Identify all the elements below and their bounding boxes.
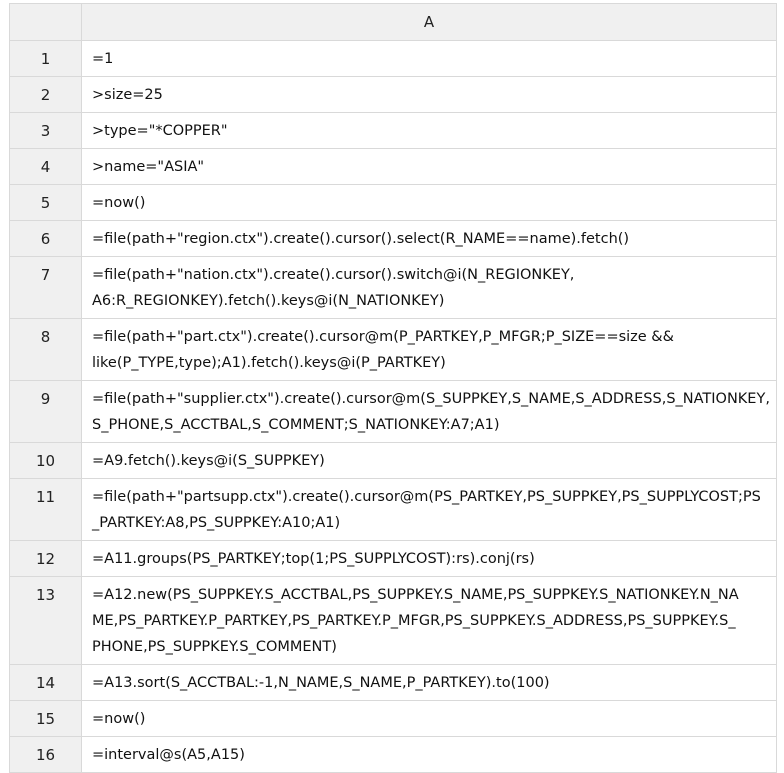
row-header[interactable]: 2 <box>9 76 82 113</box>
table-row: 5 =now() <box>9 184 777 221</box>
row-header[interactable]: 4 <box>9 148 82 185</box>
column-header-a[interactable]: A <box>81 3 777 41</box>
row-header[interactable]: 3 <box>9 112 82 149</box>
cell-a15[interactable]: =now() <box>81 700 777 737</box>
cell-a2[interactable]: >size=25 <box>81 76 777 113</box>
table-row: 6 =file(path+"region.ctx").create().curso… <box>9 220 777 257</box>
cell-a12[interactable]: =A11.groups(PS_PARTKEY;top(1;PS_SUPPLYCO… <box>81 540 777 577</box>
row-header[interactable]: 1 <box>9 40 82 77</box>
cell-a1[interactable]: =1 <box>81 40 777 77</box>
spreadsheet-grid: A 1 =1 2 >size=25 3 >type="*COPPER" 4 >name="AS… <box>9 3 777 773</box>
row-header[interactable]: 15 <box>9 700 82 737</box>
table-row: 15 =now() <box>9 700 777 737</box>
table-row: 2 >size=25 <box>9 76 777 113</box>
cell-a7[interactable]: =file(path+"nation.ctx").create().cursor… <box>81 256 777 319</box>
row-header[interactable]: 13 <box>9 576 82 665</box>
table-row: 4 >name="ASIA" <box>9 148 777 185</box>
table-row: 12 =A11.groups(PS_PARTKEY;top(1;PS_SUPPLY… <box>9 540 777 577</box>
corner-cell[interactable] <box>9 3 82 41</box>
table-row: 11 =file(path+"partsupp.ctx").create().cu… <box>9 478 777 541</box>
row-header[interactable]: 10 <box>9 442 82 479</box>
table-row: 16 =interval@s(A5,A15) <box>9 736 777 773</box>
table-row: 8 =file(path+"part.ctx").create().cursor@… <box>9 318 777 381</box>
cell-a4[interactable]: >name="ASIA" <box>81 148 777 185</box>
table-row: 3 >type="*COPPER" <box>9 112 777 149</box>
table-row: 13 =A12.new(PS_SUPPKEY.S_ACCTBAL,PS_SUPPK… <box>9 576 777 665</box>
row-header[interactable]: 8 <box>9 318 82 381</box>
cell-a10[interactable]: =A9.fetch().keys@i(S_SUPPKEY) <box>81 442 777 479</box>
table-row: 10 =A9.fetch().keys@i(S_SUPPKEY) <box>9 442 777 479</box>
cell-a14[interactable]: =A13.sort(S_ACCTBAL:-1,N_NAME,S_NAME,P_P… <box>81 664 777 701</box>
row-header[interactable]: 16 <box>9 736 82 773</box>
cell-a3[interactable]: >type="*COPPER" <box>81 112 777 149</box>
row-header[interactable]: 9 <box>9 380 82 443</box>
cell-a8[interactable]: =file(path+"part.ctx").create().cursor@m… <box>81 318 777 381</box>
row-header[interactable]: 12 <box>9 540 82 577</box>
row-header[interactable]: 11 <box>9 478 82 541</box>
cell-a5[interactable]: =now() <box>81 184 777 221</box>
table-row: 9 =file(path+"supplier.ctx").create().cur… <box>9 380 777 443</box>
table-row: 1 =1 <box>9 40 777 77</box>
cell-a13[interactable]: =A12.new(PS_SUPPKEY.S_ACCTBAL,PS_SUPPKEY… <box>81 576 777 665</box>
row-header[interactable]: 5 <box>9 184 82 221</box>
cell-a9[interactable]: =file(path+"supplier.ctx").create().curs… <box>81 380 777 443</box>
cell-a11[interactable]: =file(path+"partsupp.ctx").create().curs… <box>81 478 777 541</box>
cell-a16[interactable]: =interval@s(A5,A15) <box>81 736 777 773</box>
row-header[interactable]: 6 <box>9 220 82 257</box>
table-row: 7 =file(path+"nation.ctx").create().curso… <box>9 256 777 319</box>
cell-a6[interactable]: =file(path+"region.ctx").create().cursor… <box>81 220 777 257</box>
table-row: 14 =A13.sort(S_ACCTBAL:-1,N_NAME,S_NAME,P… <box>9 664 777 701</box>
row-header[interactable]: 14 <box>9 664 82 701</box>
row-header[interactable]: 7 <box>9 256 82 319</box>
header-row: A <box>9 3 777 41</box>
